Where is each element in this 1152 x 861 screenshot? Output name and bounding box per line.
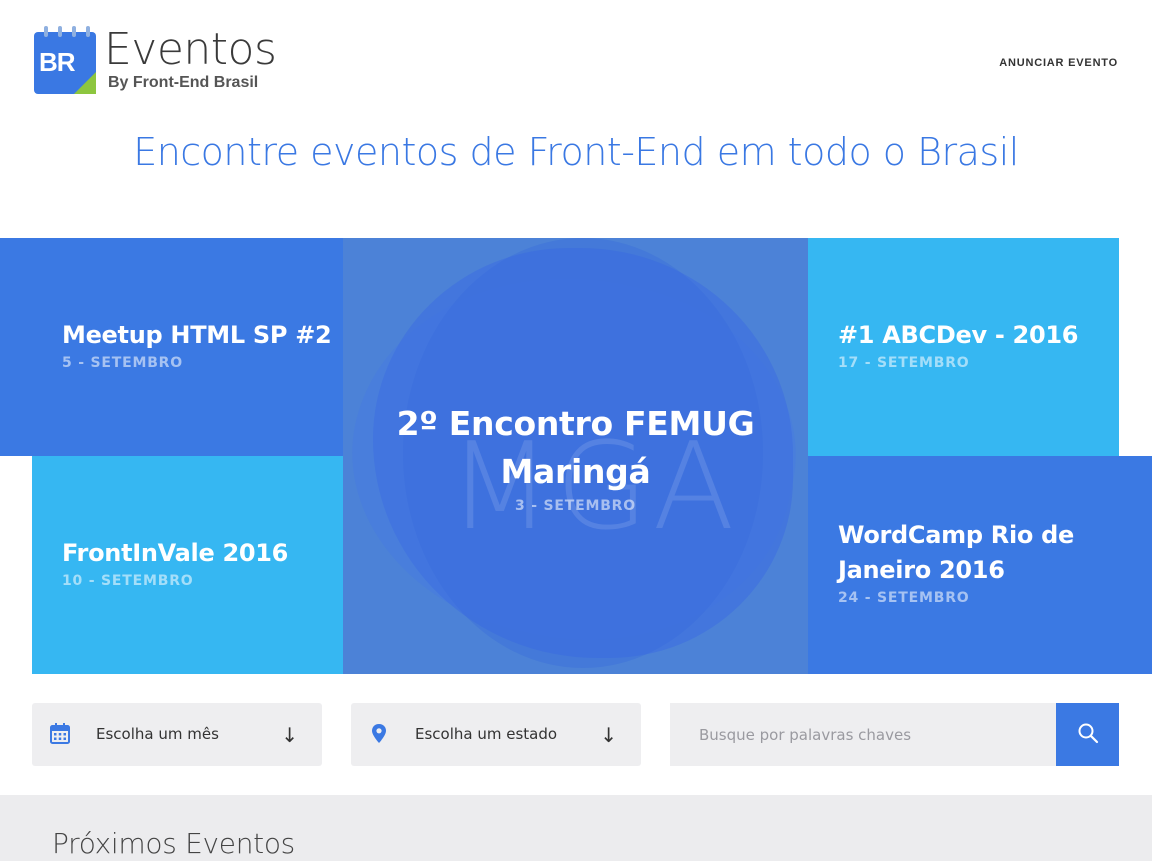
event-date: 17 - SETEMBRO: [838, 355, 970, 371]
logo-badge: BR: [34, 26, 96, 94]
keyword-search-input[interactable]: [670, 703, 1056, 766]
calendar-rings: [34, 26, 96, 38]
search-icon: [1078, 723, 1098, 744]
month-select[interactable]: Escolha um mês ↓: [32, 703, 322, 766]
logo-subtitle: By Front-End Brasil: [108, 74, 259, 91]
logo[interactable]: BR Eventos By Front-End Brasil: [34, 26, 294, 98]
month-select-label: Escolha um mês: [96, 725, 219, 743]
map-pin-icon: [372, 724, 386, 743]
logo-badge-text: BR: [39, 47, 76, 77]
advertise-event-link[interactable]: ANUNCIAR EVENTO: [999, 57, 1118, 69]
upcoming-events-title: Próximos Eventos: [52, 827, 295, 860]
calendar-icon: [50, 723, 70, 744]
event-date: 10 - SETEMBRO: [62, 573, 194, 589]
page-title: Encontre eventos de Front-End em todo o …: [133, 130, 1019, 174]
event-title: 2º Encontro FEMUG Maringá: [396, 404, 755, 491]
event-title: #1 ABCDev - 2016: [838, 321, 1079, 349]
arrow-down-icon: ↓: [281, 723, 298, 747]
logo-fold: [74, 72, 96, 94]
event-tile-frontinvale[interactable]: FrontInVale 2016 10 - SETEMBRO: [32, 456, 343, 674]
search-button[interactable]: [1056, 703, 1119, 766]
arrow-down-icon: ↓: [600, 723, 617, 747]
logo-title: Eventos: [104, 24, 277, 75]
event-title: WordCamp Rio de Janeiro 2016: [838, 521, 1074, 584]
event-tile-femug-maringa[interactable]: MGA 2º Encontro FEMUG Maringá 3 - SETEMB…: [343, 238, 808, 674]
event-date: 24 - SETEMBRO: [838, 590, 970, 606]
upcoming-events-section: Próximos Eventos: [0, 795, 1152, 861]
event-date: 3 - SETEMBRO: [515, 498, 636, 514]
event-tile-meetup-html-sp[interactable]: Meetup HTML SP #2 5 - SETEMBRO: [0, 238, 343, 456]
state-select-label: Escolha um estado: [415, 725, 558, 743]
event-tile-wordcamp-rio[interactable]: WordCamp Rio de Janeiro 2016 24 - SETEMB…: [808, 456, 1152, 674]
state-select[interactable]: Escolha um estado ↓: [351, 703, 641, 766]
event-date: 5 - SETEMBRO: [62, 355, 183, 371]
event-title: Meetup HTML SP #2: [62, 321, 332, 349]
event-tile-abcdev[interactable]: #1 ABCDev - 2016 17 - SETEMBRO: [808, 238, 1119, 456]
event-title: FrontInVale 2016: [62, 539, 289, 567]
